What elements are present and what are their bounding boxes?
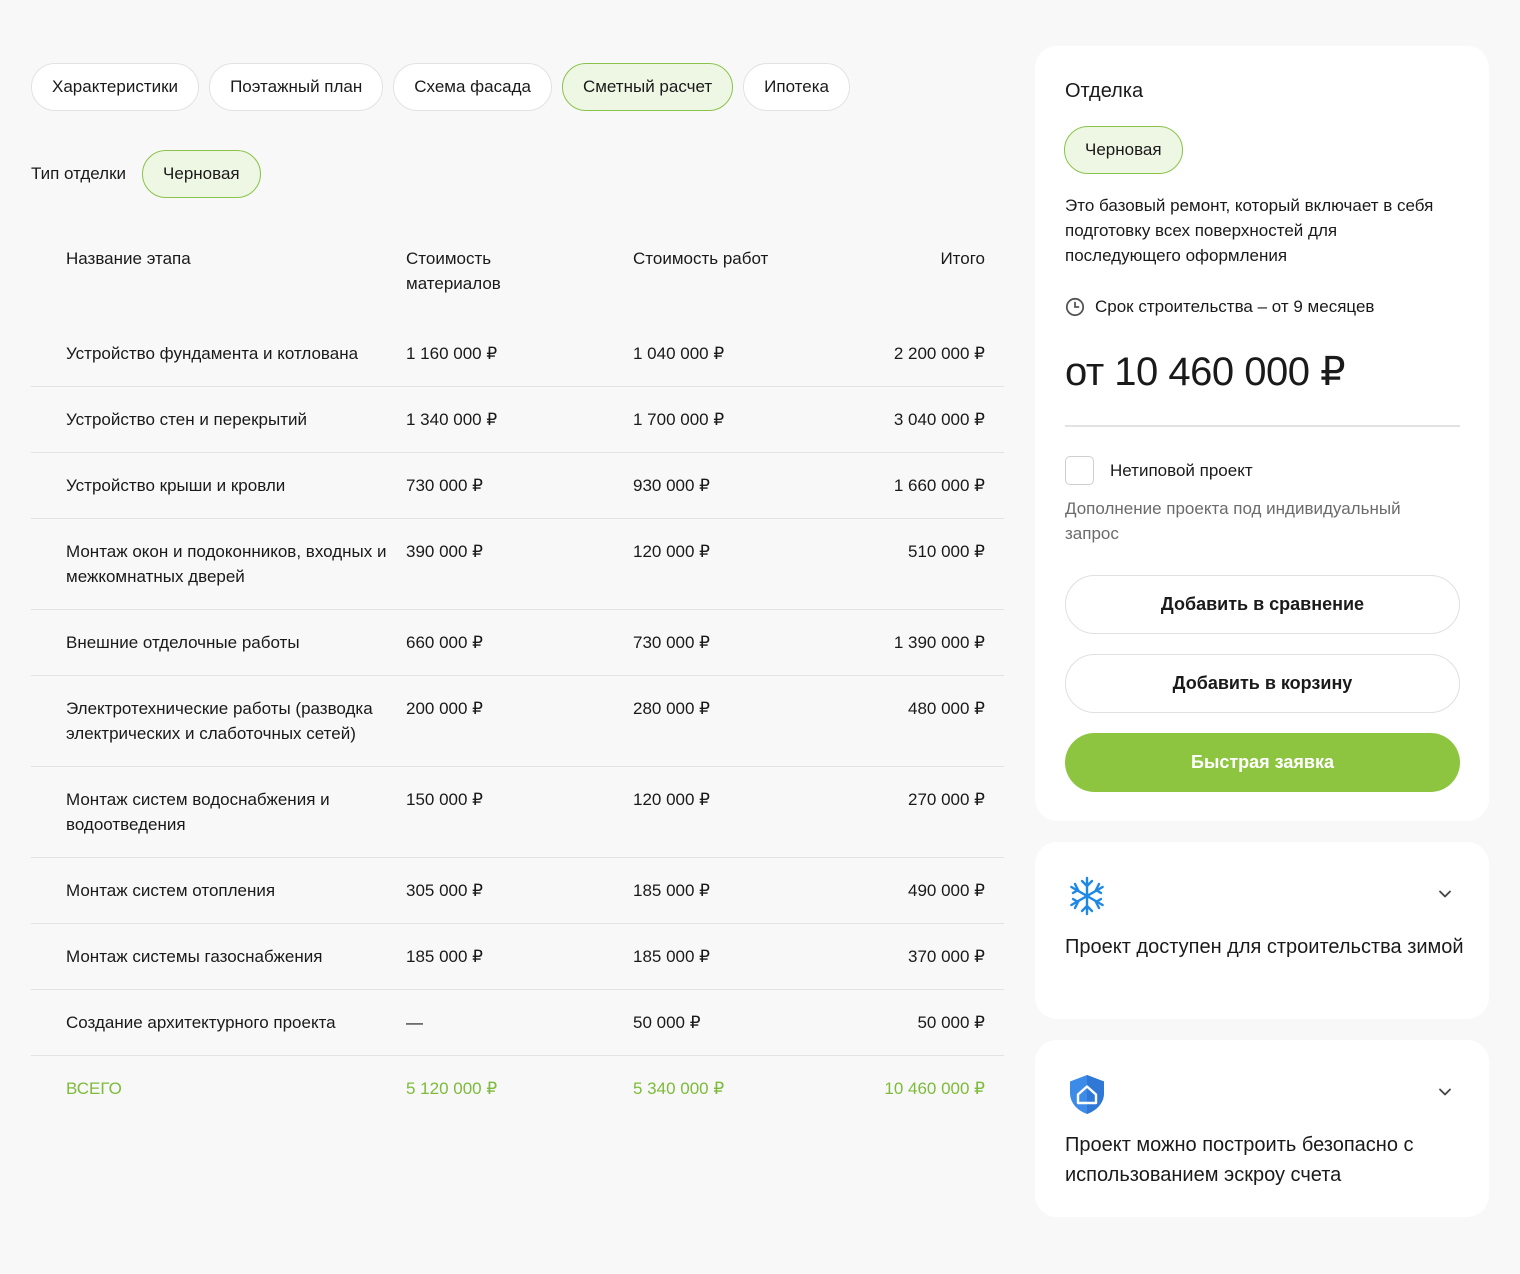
stage-name: Монтаж систем водоснабжения и водоотведе…: [66, 790, 330, 834]
works-cost: 120 000 ₽: [633, 790, 710, 809]
works-cost: 280 000 ₽: [633, 699, 710, 718]
stage-name: Устройство крыши и кровли: [66, 476, 286, 495]
works-cost: 1 700 000 ₽: [633, 410, 725, 429]
order-card: Отделка Черновая Это базовый ремонт, кот…: [1035, 46, 1489, 821]
works-cost: 185 000 ₽: [633, 881, 710, 900]
chevron-down-icon[interactable]: [1437, 886, 1453, 902]
materials-cost: 150 000 ₽: [406, 790, 483, 809]
table-row: Монтаж систем водоснабжения и водоотведе…: [31, 767, 1004, 858]
divider: [1065, 425, 1460, 427]
header-total: Итого: [940, 249, 985, 268]
works-cost: 1 040 000 ₽: [633, 344, 725, 363]
row-total: 510 000 ₽: [908, 542, 985, 561]
escrow-text: Проект можно построить безопасно с испол…: [1065, 1134, 1414, 1186]
materials-cost: 730 000 ₽: [406, 476, 483, 495]
table-row: Внешние отделочные работы 660 000 ₽ 730 …: [31, 610, 1004, 676]
materials-cost: 185 000 ₽: [406, 947, 483, 966]
add-to-cart-button[interactable]: Добавить в корзину: [1065, 654, 1460, 713]
tab-estimate[interactable]: Сметный расчет: [561, 63, 734, 111]
total-label: ВСЕГО: [66, 1079, 122, 1098]
grand-total: 10 460 000 ₽: [884, 1079, 985, 1098]
custom-project-checkbox[interactable]: [1065, 456, 1094, 485]
table-row: Монтаж системы газоснабжения 185 000 ₽ 1…: [31, 924, 1004, 990]
works-cost: 930 000 ₽: [633, 476, 710, 495]
header-materials: Стоимость материалов: [406, 249, 501, 293]
row-total: 490 000 ₽: [908, 881, 985, 900]
header-works: Стоимость работ: [633, 249, 769, 268]
row-total: 3 040 000 ₽: [893, 410, 985, 429]
row-total: 270 000 ₽: [908, 790, 985, 809]
stage-name: Монтаж системы газоснабжения: [66, 947, 323, 966]
stage-name: Монтаж систем отопления: [66, 881, 276, 900]
stage-name: Электротехнические работы (разводка элек…: [66, 699, 373, 743]
quick-request-button[interactable]: Быстрая заявка: [1065, 733, 1460, 792]
header-stage: Название этапа: [66, 249, 191, 268]
materials-cost: —: [406, 1013, 423, 1032]
table-row: Монтаж окон и подоконников, входных и ме…: [31, 519, 1004, 610]
table-total-row: ВСЕГО 5 120 000 ₽ 5 340 000 ₽ 10 460 000…: [31, 1056, 1004, 1101]
total-materials: 5 120 000 ₽: [406, 1079, 498, 1098]
row-total: 2 200 000 ₽: [893, 344, 985, 363]
materials-cost: 305 000 ₽: [406, 881, 483, 900]
tab-mortgage[interactable]: Ипотека: [743, 63, 850, 111]
works-cost: 120 000 ₽: [633, 542, 710, 561]
tab-floor-plan[interactable]: Поэтажный план: [209, 63, 384, 111]
stage-name: Устройство стен и перекрытий: [66, 410, 307, 429]
custom-project-label[interactable]: Нетиповой проект: [1110, 461, 1253, 481]
row-total: 480 000 ₽: [908, 699, 985, 718]
chevron-down-icon[interactable]: [1437, 1084, 1453, 1100]
materials-cost: 200 000 ₽: [406, 699, 483, 718]
materials-cost: 390 000 ₽: [406, 542, 483, 561]
table-row: Устройство крыши и кровли 730 000 ₽ 930 …: [31, 453, 1004, 519]
construction-term-text: Срок строительства – от 9 месяцев: [1095, 297, 1375, 316]
finish-chip[interactable]: Черновая: [1064, 126, 1183, 174]
winter-construction-text: Проект доступен для строительства зимой: [1065, 936, 1464, 958]
works-cost: 730 000 ₽: [633, 633, 710, 652]
stage-name: Внешние отделочные работы: [66, 633, 300, 652]
materials-cost: 1 160 000 ₽: [406, 344, 498, 363]
table-header: Название этапа Стоимость материалов Стои…: [31, 246, 1004, 334]
custom-project-note: Дополнение проекта под индивидуальный за…: [1065, 499, 1401, 543]
row-total: 50 000 ₽: [917, 1013, 985, 1032]
table-row: Устройство фундамента и котлована 1 160 …: [31, 334, 1004, 387]
table-row: Монтаж систем отопления 305 000 ₽ 185 00…: [31, 858, 1004, 924]
escrow-card[interactable]: Проект можно построить безопасно с испол…: [1035, 1040, 1489, 1217]
finish-description: Это базовый ремонт, который включает в с…: [1065, 196, 1434, 265]
finish-type-label: Тип отделки: [31, 164, 127, 183]
stage-name: Монтаж окон и подоконников, входных и ме…: [66, 542, 387, 586]
works-cost: 50 000 ₽: [633, 1013, 701, 1032]
estimate-table: Название этапа Стоимость материалов Стои…: [31, 246, 1004, 1101]
materials-cost: 1 340 000 ₽: [406, 410, 498, 429]
construction-term: Срок строительства – от 9 месяцев: [1065, 297, 1374, 317]
total-works: 5 340 000 ₽: [633, 1079, 725, 1098]
table-row: Создание архитектурного проекта — 50 000…: [31, 990, 1004, 1056]
price: от 10 460 000 ₽: [1065, 350, 1346, 394]
table-row: Устройство стен и перекрытий 1 340 000 ₽…: [31, 387, 1004, 453]
works-cost: 185 000 ₽: [633, 947, 710, 966]
stage-name: Создание архитектурного проекта: [66, 1013, 336, 1032]
winter-construction-card[interactable]: Проект доступен для строительства зимой: [1035, 842, 1489, 1019]
materials-cost: 660 000 ₽: [406, 633, 483, 652]
tab-bar: Характеристики Поэтажный план Схема фаса…: [31, 63, 850, 111]
table-row: Электротехнические работы (разводка элек…: [31, 676, 1004, 767]
row-total: 1 390 000 ₽: [893, 633, 985, 652]
finish-type-selector: Тип отделки Черновая: [31, 150, 261, 198]
snowflake-icon: [1070, 876, 1104, 916]
custom-project-option: Нетиповой проект: [1065, 456, 1253, 485]
add-to-compare-button[interactable]: Добавить в сравнение: [1065, 575, 1460, 634]
shield-house-icon: [1070, 1075, 1104, 1114]
tab-characteristics[interactable]: Характеристики: [31, 63, 200, 111]
finish-type-chip[interactable]: Черновая: [142, 150, 261, 198]
tab-facade[interactable]: Схема фасада: [393, 63, 552, 111]
stage-name: Устройство фундамента и котлована: [66, 344, 359, 363]
clock-icon: [1065, 297, 1085, 317]
finish-title: Отделка: [1065, 80, 1144, 102]
row-total: 370 000 ₽: [908, 947, 985, 966]
row-total: 1 660 000 ₽: [893, 476, 985, 495]
